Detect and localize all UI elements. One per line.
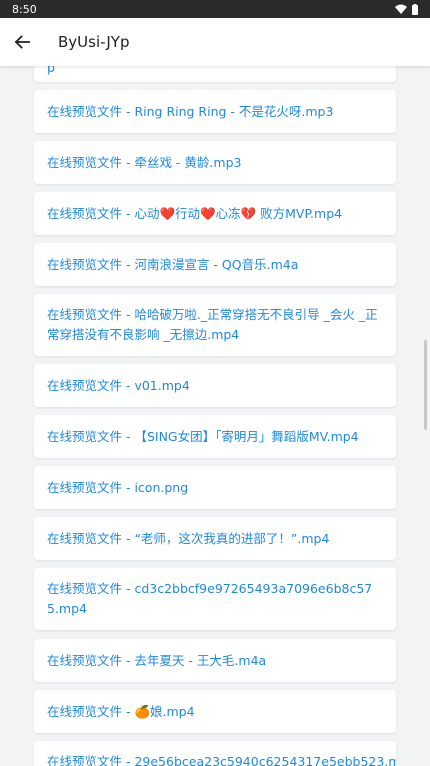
app-bar: ByUsi-JYp xyxy=(0,18,430,66)
status-time: 8:50 xyxy=(12,2,37,16)
list-item[interactable]: 在线预览文件 - cd3c2bbcf9e97265493a7096e6b8c57… xyxy=(34,568,396,630)
list-item[interactable]: 在线预览文件 - v01.mp4 xyxy=(34,364,396,407)
list-item-label: 在线预览文件 - 29e56bcea23c5940c6254317e5ebb52… xyxy=(47,754,396,766)
list-item[interactable]: 在线预览文件 - 河南浪漫宣言 - QQ音乐.m4a xyxy=(34,243,396,286)
list-item-label: 在线预览文件 - 心动❤️行动❤️心冻💔 败方MVP.mp4 xyxy=(47,205,343,221)
list-item[interactable]: 在线预览文件 - “老师，这次我真的进部了！”.mp4 xyxy=(34,517,396,560)
list-item-label: 在线预览文件 - 牵丝戏 - 黄龄.mp3 xyxy=(47,154,242,170)
list-item[interactable]: 在线预览文件 - 【SING女团】「寄明月」舞蹈版MV.mp4 xyxy=(34,415,396,458)
list-item-label: 在线预览文件 - 🍊娘.mp4 xyxy=(47,703,195,719)
status-bar: 8:50 xyxy=(0,0,430,18)
list-item-label: p xyxy=(47,66,55,75)
list-item[interactable]: p xyxy=(34,66,396,82)
back-button[interactable] xyxy=(0,18,44,66)
list-item[interactable]: 在线预览文件 - 牵丝戏 - 黄龄.mp3 xyxy=(34,141,396,184)
list-item-label: 在线预览文件 - 【SING女团】「寄明月」舞蹈版MV.mp4 xyxy=(47,428,359,444)
list-item[interactable]: 在线预览文件 - icon.png xyxy=(34,466,396,509)
list-item[interactable]: 在线预览文件 - Ring Ring Ring - 不是花火呀.mp3 xyxy=(34,90,396,133)
arrow-back-icon xyxy=(14,35,30,49)
list-item-label: 在线预览文件 - 哈哈破万啦._正常穿搭无不良引导 _会火 _正常穿搭没有不良影… xyxy=(47,307,378,342)
list-item[interactable]: 在线预览文件 - 哈哈破万啦._正常穿搭无不良引导 _会火 _正常穿搭没有不良影… xyxy=(34,294,396,356)
list-item-label: 在线预览文件 - 去年夏天 - 王大毛.m4a xyxy=(47,652,267,668)
scrollbar[interactable] xyxy=(424,340,427,430)
list-item-label: 在线预览文件 - v01.mp4 xyxy=(47,377,190,393)
page-title: ByUsi-JYp xyxy=(58,33,130,51)
wifi-icon xyxy=(395,4,407,14)
list-item[interactable]: 在线预览文件 - 去年夏天 - 王大毛.m4a xyxy=(34,639,396,682)
file-list[interactable]: p 在线预览文件 - Ring Ring Ring - 不是花火呀.mp3 在线… xyxy=(0,66,430,766)
list-item[interactable]: 在线预览文件 - 心动❤️行动❤️心冻💔 败方MVP.mp4 xyxy=(34,192,396,235)
list-item-label: 在线预览文件 - cd3c2bbcf9e97265493a7096e6b8c57… xyxy=(47,581,373,616)
list-item-label: 在线预览文件 - icon.png xyxy=(47,479,189,495)
list-item[interactable]: 在线预览文件 - 29e56bcea23c5940c6254317e5ebb52… xyxy=(34,741,396,766)
list-item-label: 在线预览文件 - Ring Ring Ring - 不是花火呀.mp3 xyxy=(47,103,334,119)
status-icons xyxy=(395,3,418,15)
list-item-label: 在线预览文件 - 河南浪漫宣言 - QQ音乐.m4a xyxy=(47,256,299,272)
battery-icon xyxy=(412,3,418,15)
list-item-label: 在线预览文件 - “老师，这次我真的进部了！”.mp4 xyxy=(47,530,330,546)
list-item[interactable]: 在线预览文件 - 🍊娘.mp4 xyxy=(34,690,396,733)
